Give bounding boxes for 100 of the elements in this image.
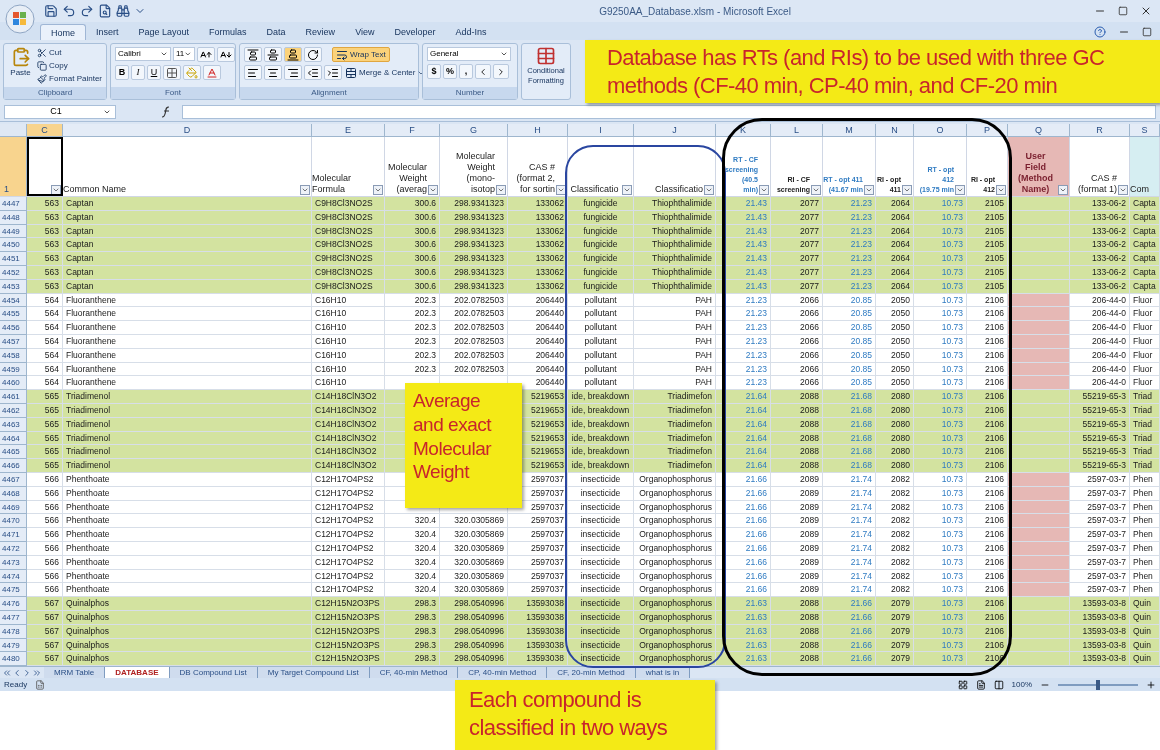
restore-icon[interactable]: [1142, 27, 1152, 37]
print-preview-icon[interactable]: [98, 4, 112, 18]
undo-icon[interactable]: [62, 4, 76, 18]
align-left-button[interactable]: [244, 65, 262, 80]
ribbon-tab[interactable]: View: [345, 24, 385, 40]
name-box[interactable]: C1: [4, 105, 116, 119]
row-number[interactable]: 4461: [0, 390, 27, 404]
ribbon-tab[interactable]: Page Layout: [128, 24, 200, 40]
increase-decimal-button[interactable]: [475, 64, 491, 79]
font-style-button[interactable]: B: [115, 65, 129, 80]
bottom-align-button[interactable]: [284, 47, 302, 62]
borders-button[interactable]: [163, 65, 181, 80]
sheet-tab[interactable]: CP, 40-min Method: [458, 666, 548, 679]
column-header[interactable]: I: [568, 124, 634, 136]
number-style-button[interactable]: ,: [459, 64, 473, 79]
ribbon-tab[interactable]: Add-Ins: [445, 24, 497, 40]
font-style-button[interactable]: U: [147, 65, 161, 80]
center-button[interactable]: [264, 65, 282, 80]
close-icon[interactable]: [1140, 5, 1152, 17]
sheet-tab[interactable]: DB Compound List: [169, 666, 258, 679]
page-layout-view-icon[interactable]: [975, 679, 986, 690]
font-style-button[interactable]: I: [131, 65, 145, 80]
zoom-in-icon[interactable]: [1146, 679, 1156, 690]
row-number[interactable]: 4451: [0, 252, 27, 266]
font-name-field[interactable]: Calibri: [115, 47, 171, 61]
row-number[interactable]: 4455: [0, 307, 27, 322]
macro-record-icon[interactable]: [35, 679, 46, 690]
cut-button[interactable]: Cut: [37, 47, 102, 59]
fill-color-button[interactable]: [183, 65, 201, 80]
page-break-view-icon[interactable]: [993, 679, 1004, 690]
column-header[interactable]: J: [634, 124, 716, 136]
font-size-field[interactable]: 11: [173, 47, 195, 61]
normal-view-icon[interactable]: [957, 679, 968, 690]
formula-field[interactable]: [182, 105, 1156, 119]
row-number[interactable]: 1: [0, 137, 27, 196]
ribbon-tab[interactable]: Review: [295, 24, 346, 40]
first-sheet-icon[interactable]: [2, 667, 12, 678]
row-number[interactable]: 4450: [0, 238, 27, 253]
number-format-field[interactable]: General: [427, 47, 511, 61]
column-header[interactable]: H: [508, 124, 568, 136]
last-sheet-icon[interactable]: [32, 667, 42, 678]
ribbon-tab[interactable]: Home: [40, 24, 86, 40]
column-header[interactable]: S: [1130, 124, 1160, 136]
sheet-tab[interactable]: My Target Compound List: [257, 666, 370, 679]
column-header[interactable]: D: [63, 124, 312, 136]
zoom-slider[interactable]: [1058, 679, 1138, 690]
save-icon[interactable]: [44, 4, 58, 18]
column-header[interactable]: N: [876, 124, 914, 136]
column-header[interactable]: E: [312, 124, 385, 136]
slider-thumb[interactable]: [1096, 679, 1100, 690]
column-header[interactable]: O: [914, 124, 967, 136]
row-number[interactable]: 4460: [0, 376, 27, 391]
row-number[interactable]: 4480: [0, 652, 27, 667]
sheet-tab[interactable]: DATABASE: [105, 666, 170, 679]
column-header[interactable]: P: [967, 124, 1008, 136]
column-header[interactable]: R: [1070, 124, 1130, 136]
wrap-text-button[interactable]: Wrap Text: [332, 47, 390, 62]
restore-icon[interactable]: [1118, 6, 1128, 16]
column-header[interactable]: M: [823, 124, 876, 136]
number-style-button[interactable]: $: [427, 64, 441, 79]
ribbon-tab[interactable]: Insert: [86, 24, 129, 40]
row-number[interactable]: 4471: [0, 528, 27, 542]
sheet-tab[interactable]: CF, 20-min Method: [547, 666, 636, 679]
ribbon-tab[interactable]: Data: [256, 24, 296, 40]
shrink-font-button[interactable]: [217, 47, 235, 62]
next-sheet-icon[interactable]: [22, 667, 32, 678]
row-number[interactable]: 4470: [0, 514, 27, 529]
column-header[interactable]: C: [27, 124, 63, 136]
grow-font-button[interactable]: [197, 47, 215, 62]
filter-dropdown[interactable]: [556, 185, 566, 195]
number-style-button[interactable]: %: [443, 64, 457, 79]
column-header[interactable]: G: [440, 124, 508, 136]
previous-sheet-icon[interactable]: [12, 667, 22, 678]
row-number[interactable]: 4475: [0, 583, 27, 598]
row-number[interactable]: 4466: [0, 459, 27, 473]
paste-button[interactable]: Paste: [8, 47, 34, 87]
row-number[interactable]: 4447: [0, 197, 27, 211]
font-color-button[interactable]: [203, 65, 221, 80]
decrease-decimal-button[interactable]: [493, 64, 509, 79]
column-header[interactable]: F: [385, 124, 440, 136]
column-header[interactable]: Q: [1008, 124, 1070, 136]
top-align-button[interactable]: [244, 47, 262, 62]
redo-icon[interactable]: [80, 4, 94, 18]
column-header[interactable]: K: [716, 124, 771, 136]
format-painter-button[interactable]: Format Painter: [37, 73, 102, 85]
sheet-tab[interactable]: CF, 40-min Method: [369, 666, 459, 679]
column-header[interactable]: L: [771, 124, 823, 136]
orientation-button[interactable]: [304, 47, 322, 62]
ribbon-tab[interactable]: Formulas: [199, 24, 257, 40]
ribbon-tab[interactable]: Developer: [384, 24, 446, 40]
help-icon[interactable]: [1094, 26, 1106, 38]
middle-align-button[interactable]: [264, 47, 282, 62]
binoculars-icon[interactable]: [116, 4, 130, 18]
row-number[interactable]: 4456: [0, 321, 27, 335]
row-number[interactable]: 4476: [0, 597, 27, 611]
row-number[interactable]: 4465: [0, 445, 27, 460]
merge-center-button[interactable]: Merge & Center: [344, 65, 427, 80]
filter-dropdown[interactable]: [51, 185, 61, 195]
align-right-button[interactable]: [284, 65, 302, 80]
copy-button[interactable]: Copy: [37, 60, 102, 72]
